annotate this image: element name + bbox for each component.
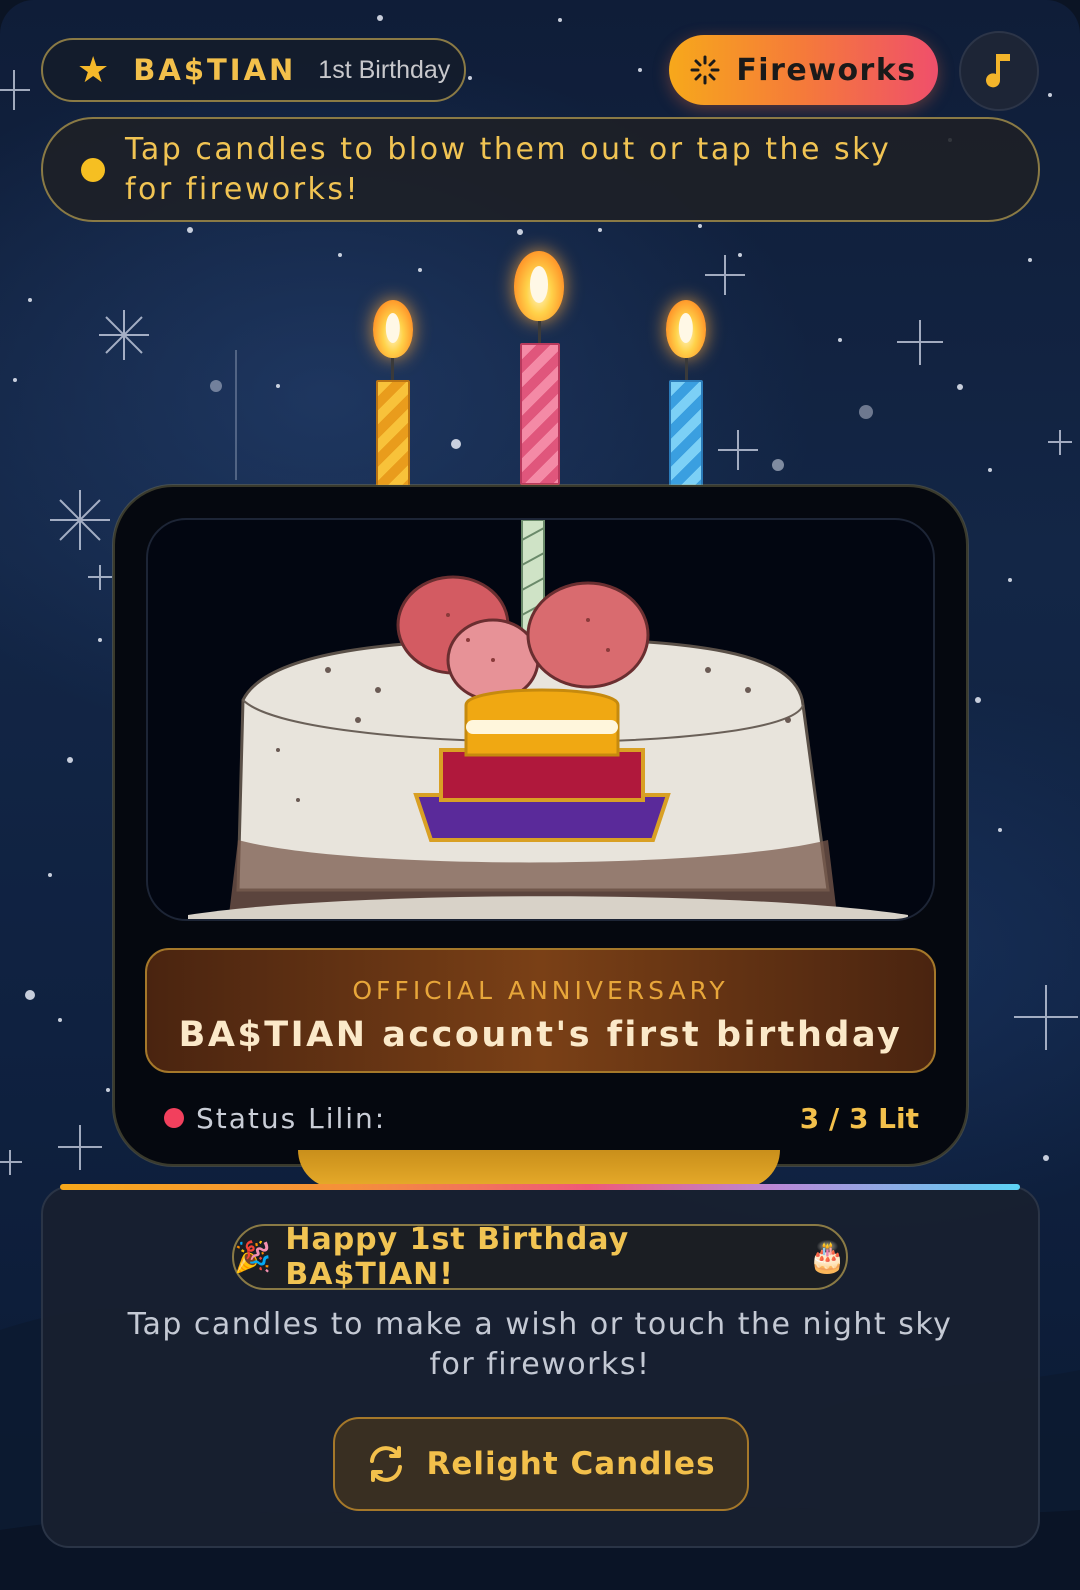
flame-icon bbox=[373, 300, 413, 358]
hint-dot bbox=[81, 157, 105, 182]
hint-banner: Tap candles to blow them out or tap the … bbox=[41, 117, 1040, 222]
birthday-cake-icon: 🎂 bbox=[808, 1240, 846, 1274]
sparkle-burst-icon bbox=[690, 55, 720, 85]
music-toggle-button[interactable] bbox=[959, 31, 1039, 111]
candle-yellow[interactable] bbox=[370, 300, 414, 505]
greeting-pill: 🎉 Happy 1st Birthday BA$TIAN! 🎂 bbox=[232, 1222, 848, 1292]
rainbow-strip bbox=[60, 1184, 1020, 1190]
flame-icon bbox=[514, 251, 564, 321]
cake-drawing bbox=[188, 520, 908, 919]
refresh-icon bbox=[370, 1446, 403, 1482]
star-icon: ★ bbox=[77, 49, 110, 90]
fireworks-label: Fireworks bbox=[736, 52, 917, 88]
greeting-text: Happy 1st Birthday BA$TIAN! bbox=[285, 1222, 630, 1292]
hint-text: Tap candles to blow them out or tap the … bbox=[125, 131, 892, 207]
flame-icon bbox=[666, 300, 706, 358]
cake-illustration[interactable] bbox=[146, 518, 935, 921]
candle-pink[interactable] bbox=[514, 251, 564, 486]
cake-plate bbox=[298, 1150, 780, 1188]
status-value: 3 / 3 Lit bbox=[799, 1101, 919, 1135]
party-popper-icon: 🎉 bbox=[234, 1240, 272, 1274]
relight-candles-button[interactable]: Relight Candles bbox=[333, 1417, 749, 1511]
status-dot bbox=[164, 1108, 184, 1128]
candle-status-row: Status Lilin: 3 / 3 Lit bbox=[164, 1098, 919, 1138]
fireworks-button[interactable]: Fireworks bbox=[669, 35, 938, 105]
music-note-icon bbox=[986, 54, 1010, 88]
wish-instructions: Tap candles to make a wish or touch the … bbox=[127, 1307, 953, 1382]
candle-blue[interactable] bbox=[664, 300, 708, 505]
anniversary-banner: OFFICIAL ANNIVERSARY BA$TIAN account's f… bbox=[145, 948, 936, 1073]
anniversary-label: OFFICIAL ANNIVERSARY bbox=[352, 976, 729, 1005]
title-subtitle: 1st Birthday bbox=[318, 55, 451, 84]
account-name: BA$TIAN bbox=[133, 53, 297, 87]
status-label: Status Lilin: bbox=[196, 1101, 387, 1135]
anniversary-title: BA$TIAN account's first birthday bbox=[178, 1015, 903, 1055]
title-pill: ★ BA$TIAN 1st Birthday bbox=[41, 38, 466, 102]
relight-label: Relight Candles bbox=[426, 1446, 716, 1482]
